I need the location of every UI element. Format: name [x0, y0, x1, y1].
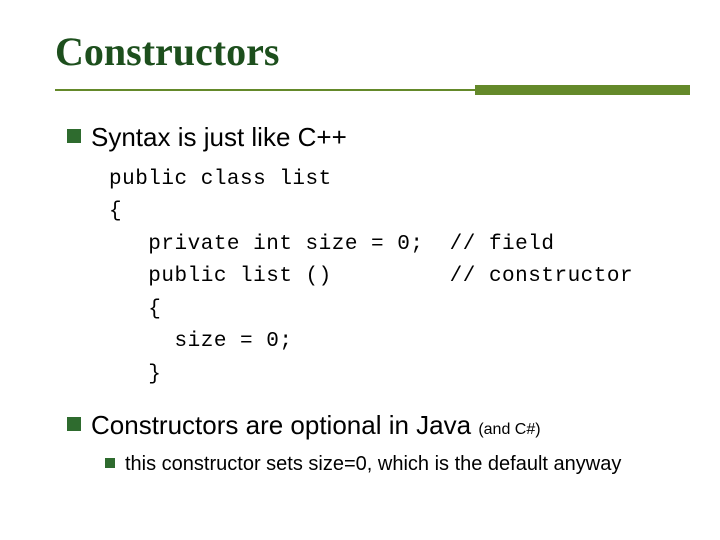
slide: Constructors Syntax is just like C++ pub…	[0, 0, 720, 540]
code-block: public class list { private int size = 0…	[109, 164, 680, 392]
rule-thick	[475, 85, 690, 95]
square-bullet-icon	[67, 129, 81, 143]
slide-title: Constructors	[55, 28, 680, 75]
sub-bullet-text: this constructor sets size=0, which is t…	[125, 452, 621, 477]
bullet-text-small: (and C#)	[478, 421, 540, 438]
sub-bullet-item: this constructor sets size=0, which is t…	[105, 452, 680, 477]
bullet-text: Constructors are optional in Java (and C…	[91, 409, 541, 442]
square-bullet-icon	[105, 458, 115, 468]
square-bullet-icon	[67, 417, 81, 431]
bullet-item: Constructors are optional in Java (and C…	[67, 409, 680, 442]
bullet-text: Syntax is just like C++	[91, 121, 347, 154]
bullet-text-main: Constructors are optional in Java	[91, 410, 478, 440]
title-underline	[55, 81, 680, 99]
bullet-item: Syntax is just like C++	[67, 121, 680, 154]
